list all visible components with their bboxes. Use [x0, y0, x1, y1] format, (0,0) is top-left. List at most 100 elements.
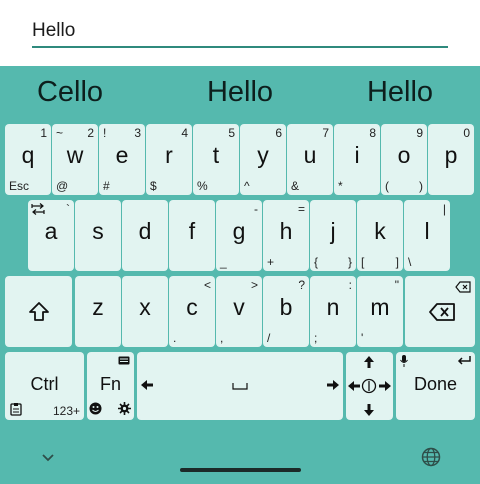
clear-icon [455, 281, 471, 293]
key-label: z [92, 294, 104, 320]
key-m[interactable]: m " ' [357, 276, 403, 347]
suggestion-1[interactable]: Cello [0, 76, 140, 109]
key-hint-bl: \ [408, 255, 412, 269]
key-i[interactable]: i 8 * [334, 124, 380, 195]
key-hint-tr: 3 [134, 126, 141, 140]
arrow-up-icon [364, 356, 374, 368]
key-hint-bl: , [220, 331, 224, 345]
key-hint-bl: * [338, 179, 343, 193]
key-label: v [233, 294, 245, 320]
key-g[interactable]: g - _ [216, 200, 262, 271]
key-r[interactable]: r 4 $ [146, 124, 192, 195]
suggestion-2[interactable]: Hello [170, 76, 310, 109]
key-label: c [186, 294, 198, 320]
key-hint-bl: ^ [244, 179, 250, 193]
key-hint-tr: 4 [181, 126, 188, 140]
key-hint-bl: ( [385, 179, 389, 193]
key-hint-bl: % [197, 179, 208, 193]
cursor-control-key[interactable] [346, 352, 393, 420]
key-j[interactable]: j {} [310, 200, 356, 271]
done-key[interactable]: Done [396, 352, 475, 420]
key-label: r [165, 142, 173, 168]
fn-label: Fn [99, 374, 121, 394]
key-hint-bl: @ [56, 179, 69, 193]
fn-key[interactable]: Fn [87, 352, 134, 420]
keyboard-icon [118, 356, 130, 365]
key-z[interactable]: z [75, 276, 121, 347]
key-label: d [138, 218, 152, 244]
key-label: u [303, 142, 317, 168]
arrow-right-icon [379, 381, 391, 391]
key-c[interactable]: c <. [169, 276, 215, 347]
enter-icon [457, 356, 471, 365]
key-hint-tr: - [254, 202, 258, 216]
key-h[interactable]: h = + [263, 200, 309, 271]
key-hint-tr: 0 [463, 126, 470, 140]
key-hint-tr: | [442, 202, 446, 216]
space-key[interactable] [137, 352, 343, 420]
key-label: p [444, 142, 458, 168]
key-hint-bl: + [267, 255, 275, 269]
shift-key[interactable] [5, 276, 72, 347]
key-e[interactable]: e! 3 # [99, 124, 145, 195]
key-hint-br: ] [395, 255, 399, 269]
text-input[interactable]: Hello [32, 14, 448, 48]
key-hint-bl: [ [361, 255, 365, 269]
key-label: w [66, 142, 84, 168]
key-label: h [279, 218, 293, 244]
chevron-down-icon[interactable] [41, 453, 55, 462]
home-indicator[interactable] [180, 468, 301, 472]
key-hint-tr: 7 [322, 126, 329, 140]
emoji-icon [89, 402, 102, 415]
key-w[interactable]: w ~2 @ [52, 124, 98, 195]
backspace-icon [429, 303, 455, 321]
suggestion-3[interactable]: Hello [330, 76, 470, 109]
navigation-bar [0, 438, 480, 484]
arrow-left-icon [348, 381, 360, 391]
key-label: b [279, 294, 293, 320]
ctrl-label: Ctrl [30, 374, 59, 394]
key-p[interactable]: p0 [428, 124, 474, 195]
key-t[interactable]: t 5% [193, 124, 239, 195]
clipboard-icon [10, 403, 22, 416]
key-label: g [232, 218, 246, 244]
key-hint-bl: ' [361, 331, 364, 345]
key-f[interactable]: f [169, 200, 215, 271]
key-hint-bl: _ [220, 255, 227, 269]
key-label: n [326, 294, 340, 320]
keyboard: Cello Hello Hello q 1 Esc w ~2 @ e! 3 # r 4 $ t 5% y 6 ^… [0, 66, 480, 484]
key-k[interactable]: k [] [357, 200, 403, 271]
key-o[interactable]: o 9 () [381, 124, 427, 195]
key-label: m [370, 294, 390, 320]
done-label: Done [413, 374, 458, 394]
key-hint-bl: $ [150, 179, 157, 193]
key-label: k [374, 218, 386, 244]
key-x[interactable]: x [122, 276, 168, 347]
key-b[interactable]: b? / [263, 276, 309, 347]
key-hint-bl: Esc [9, 179, 30, 193]
key-q[interactable]: q 1 Esc [5, 124, 51, 195]
backspace-key[interactable] [405, 276, 475, 347]
key-hint-tl: ~ [56, 126, 64, 140]
key-v[interactable]: v >, [216, 276, 262, 347]
key-l[interactable]: l | \ [404, 200, 450, 271]
key-hint-bl: # [103, 179, 110, 193]
key-y[interactable]: y 6 ^ [240, 124, 286, 195]
tab-icon [31, 203, 45, 215]
key-hint-tr: > [250, 278, 258, 292]
key-hint-bl: { [314, 255, 319, 269]
key-s[interactable]: s [75, 200, 121, 271]
key-u[interactable]: u 7 & [287, 124, 333, 195]
globe-icon[interactable] [421, 447, 441, 467]
key-label: i [354, 142, 360, 168]
key-n[interactable]: n:; [310, 276, 356, 347]
microphone-icon [400, 355, 408, 367]
key-a[interactable]: a ` [28, 200, 74, 271]
key-hint-tr: 1 [40, 126, 47, 140]
ctrl-key[interactable]: Ctrl 123+ [5, 352, 84, 420]
key-label: j [330, 218, 336, 244]
key-hint-tr: 2 [87, 126, 94, 140]
key-label: s [92, 218, 104, 244]
key-d[interactable]: d [122, 200, 168, 271]
key-label: l [424, 218, 430, 244]
